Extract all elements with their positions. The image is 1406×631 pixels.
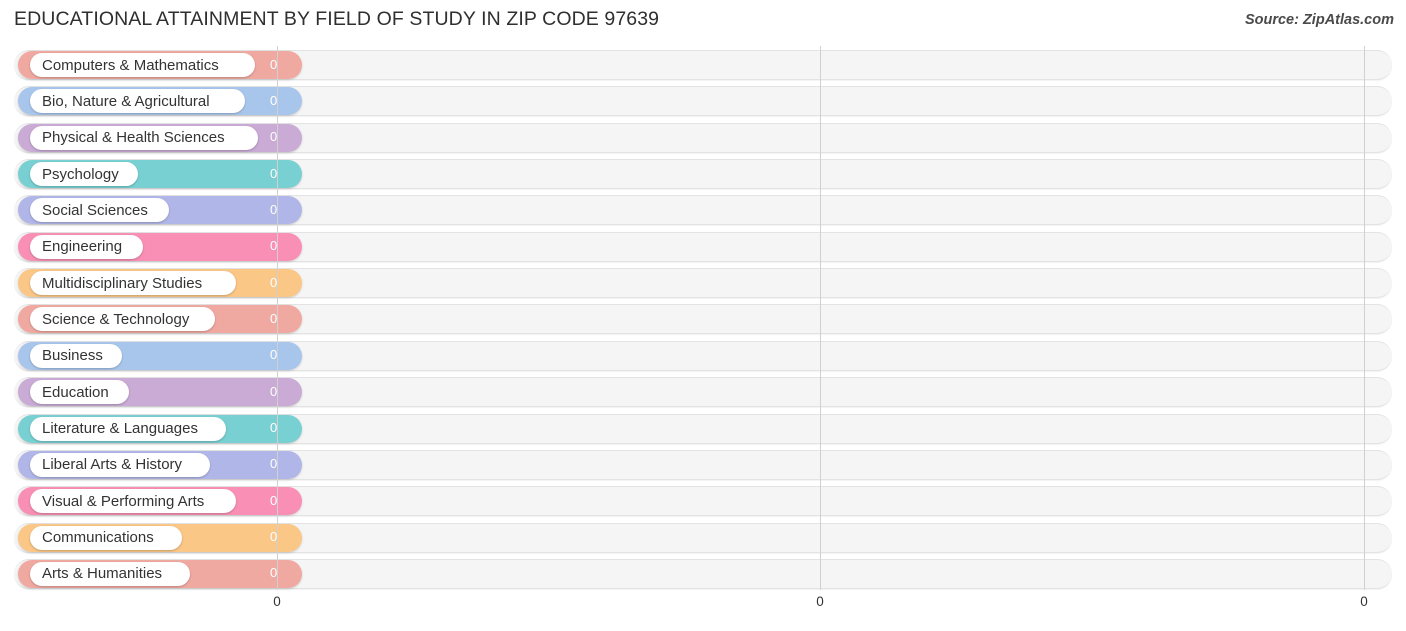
- bar-value-label: 0: [270, 56, 278, 72]
- category-pill[interactable]: Engineering: [30, 234, 143, 259]
- bar-rows: 0 Computers & Mathematics 0 Bio, Nature & A…: [0, 46, 1406, 594]
- axis-tick-label: 0: [816, 594, 824, 609]
- bar-row: 0 Visual & Performing Arts: [14, 486, 1392, 517]
- bar-value-label: 0: [270, 383, 278, 399]
- category-label: Education: [42, 383, 109, 401]
- category-pill[interactable]: Education: [30, 380, 129, 405]
- category-pill[interactable]: Literature & Languages: [30, 416, 226, 441]
- bar-value-label: 0: [270, 201, 278, 217]
- bar-row: 0 Social Sciences: [14, 195, 1392, 226]
- bar-value-label: 0: [270, 565, 278, 581]
- bar-value-label: 0: [270, 274, 278, 290]
- category-label: Literature & Languages: [42, 420, 198, 437]
- category-pill[interactable]: Business: [30, 343, 122, 368]
- category-label: Social Sciences: [42, 201, 148, 219]
- bar-row: 0 Arts & Humanities: [14, 558, 1392, 589]
- category-pill[interactable]: Communications: [30, 525, 182, 550]
- bar-value-label: 0: [270, 129, 278, 145]
- category-label: Computers & Mathematics: [42, 56, 219, 74]
- bar-row: 0 Physical & Health Sciences: [14, 122, 1392, 153]
- source-attribution: Source: ZipAtlas.com: [1244, 12, 1394, 28]
- category-label: Liberal Arts & History: [42, 456, 183, 474]
- axis-tick-label: 0: [273, 594, 281, 609]
- bar-row: 0 Literature & Languages: [14, 413, 1392, 444]
- category-label: Science & Technology: [42, 310, 190, 328]
- bar-row: 0 Communications: [14, 522, 1392, 553]
- category-label: Communications: [42, 529, 154, 547]
- bar-value-label: 0: [270, 238, 278, 254]
- category-label: Bio, Nature & Agricultural: [42, 92, 210, 110]
- category-pill[interactable]: Visual & Performing Arts: [30, 489, 236, 514]
- chart-header: EDUCATIONAL ATTAINMENT BY FIELD OF STUDY…: [0, 0, 1406, 42]
- bar-value-label: 0: [270, 456, 278, 472]
- bar-value-label: 0: [270, 310, 278, 326]
- bar-row: 0 Education: [14, 377, 1392, 408]
- category-label: Psychology: [42, 165, 119, 183]
- bar-row: 0 Multidisciplinary Studies: [14, 268, 1392, 299]
- category-label: Visual & Performing Arts: [42, 492, 205, 510]
- category-pill[interactable]: Liberal Arts & History: [30, 452, 210, 477]
- category-pill[interactable]: Multidisciplinary Studies: [30, 271, 236, 296]
- category-pill[interactable]: Psychology: [30, 162, 138, 187]
- bar-row: 0 Psychology: [14, 159, 1392, 190]
- bar-value-label: 0: [270, 420, 278, 435]
- category-label: Business: [42, 347, 103, 365]
- bar-row: 0 Computers & Mathematics: [14, 50, 1392, 80]
- category-pill[interactable]: Social Sciences: [30, 198, 169, 223]
- bar-row: 0 Bio, Nature & Agricultural: [14, 86, 1392, 117]
- category-pill[interactable]: Science & Technology: [30, 307, 215, 332]
- axis-tick-label: 0: [1360, 594, 1368, 609]
- bar-row: 0 Engineering: [14, 231, 1392, 262]
- bar-value-label: 0: [270, 92, 278, 108]
- bar-row: 0 Liberal Arts & History: [14, 449, 1392, 480]
- category-pill[interactable]: Computers & Mathematics: [30, 53, 255, 77]
- category-label: Engineering: [42, 238, 123, 256]
- chart-plot-area: 0 Computers & Mathematics 0 Bio, Nature & A…: [0, 46, 1406, 594]
- category-pill[interactable]: Arts & Humanities: [30, 561, 190, 586]
- bar-row: 0 Business: [14, 340, 1392, 371]
- category-pill[interactable]: Physical & Health Sciences: [30, 125, 258, 150]
- bar-row: 0 Science & Technology: [14, 304, 1392, 335]
- category-label: Arts & Humanities: [42, 565, 163, 583]
- category-label: Physical & Health Sciences: [42, 129, 225, 147]
- bar-value-label: 0: [270, 347, 278, 363]
- bar-value-label: 0: [270, 529, 278, 545]
- bar-value-label: 0: [270, 492, 278, 508]
- page-title: EDUCATIONAL ATTAINMENT BY FIELD OF STUDY…: [14, 8, 660, 30]
- category-pill[interactable]: Bio, Nature & Agricultural: [30, 89, 245, 114]
- x-axis: 0 0 0: [0, 594, 1406, 624]
- bar-value-label: 0: [270, 165, 278, 181]
- category-label: Multidisciplinary Studies: [42, 274, 203, 292]
